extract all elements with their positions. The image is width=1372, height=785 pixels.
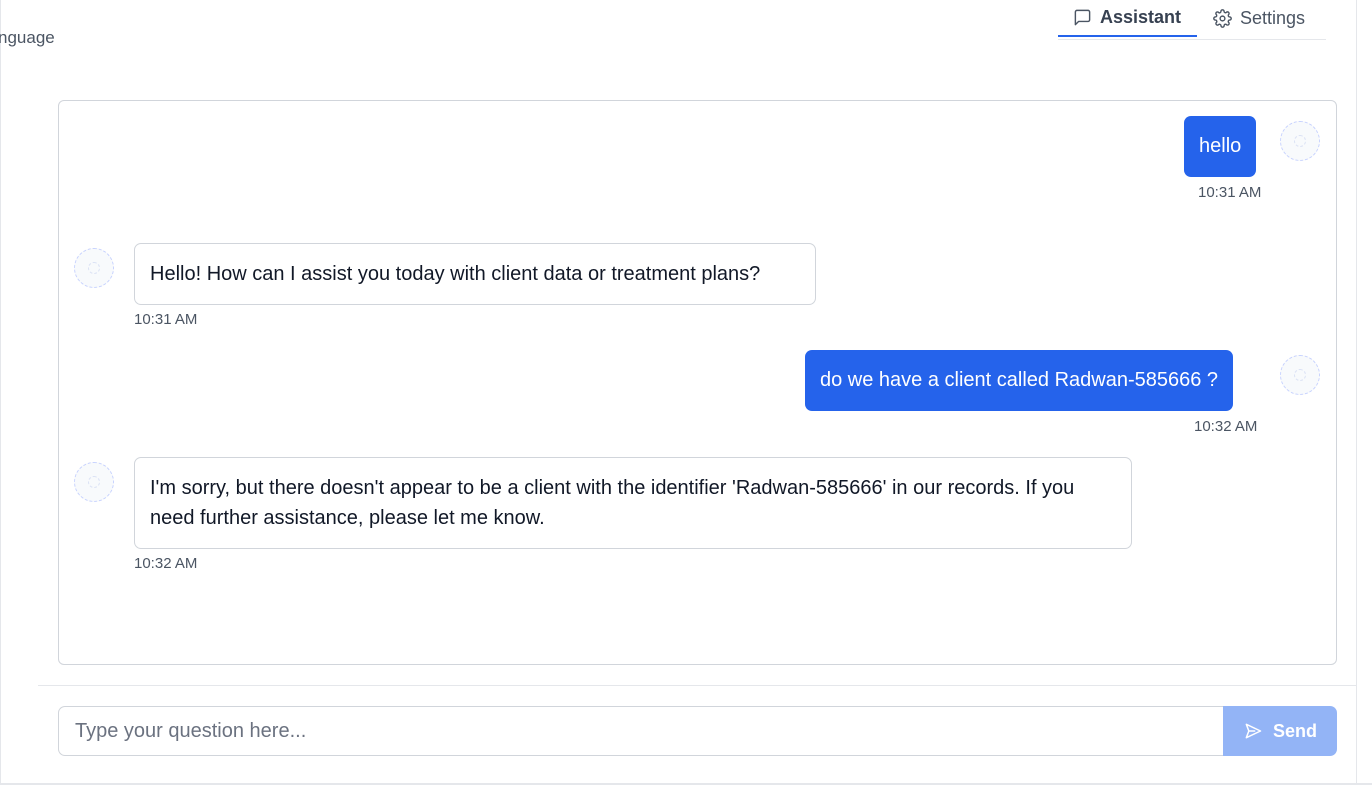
send-icon: [1245, 723, 1262, 739]
chat-panel[interactable]: hello 10:31 AM Hello! How can I assist y…: [58, 100, 1337, 665]
message-timestamp: 10:32 AM: [1194, 418, 1258, 435]
assistant-avatar: [74, 462, 114, 502]
avatar-placeholder-icon: [1294, 135, 1306, 147]
user-message-bubble: do we have a client called Radwan-585666…: [805, 350, 1234, 411]
avatar-placeholder-icon: [88, 262, 100, 274]
tab-bar: Assistant Settings: [1058, 0, 1326, 40]
tab-assistant-label: Assistant: [1100, 7, 1182, 27]
assistant-avatar: [74, 248, 114, 288]
message-text: do we have a client called Radwan-585666…: [820, 369, 1219, 391]
message-timestamp: 10:31 AM: [1198, 184, 1262, 201]
tab-assistant[interactable]: Assistant: [1058, 0, 1197, 37]
user-message-bubble: hello: [1184, 116, 1257, 177]
message-text: I'm sorry, but there doesn't appear to b…: [150, 477, 1075, 529]
gear-icon: [1213, 9, 1232, 28]
right-scroll-edge: [1356, 0, 1357, 785]
user-avatar: [1280, 121, 1320, 161]
question-input[interactable]: [59, 707, 1224, 755]
message-timestamp: 10:31 AM: [134, 311, 198, 328]
send-button-label: Send: [1272, 720, 1317, 741]
tab-settings[interactable]: Settings: [1212, 0, 1326, 37]
user-avatar: [1280, 355, 1320, 395]
avatar-placeholder-icon: [88, 476, 100, 488]
message-square-icon: [1074, 9, 1091, 26]
assistant-message-bubble: Hello! How can I assist you today with c…: [134, 243, 816, 305]
left-border: [0, 0, 1, 785]
message-timestamp: 10:32 AM: [134, 555, 198, 572]
question-input-field[interactable]: [58, 706, 1224, 756]
avatar-placeholder-icon: [1294, 369, 1306, 381]
send-button[interactable]: Send: [1223, 706, 1337, 756]
composer-divider: [38, 685, 1356, 686]
message-text: Hello! How can I assist you today with c…: [150, 263, 761, 285]
tab-settings-label: Settings: [1240, 8, 1306, 28]
language-label: nguage: [0, 28, 55, 47]
message-text: hello: [1199, 135, 1242, 157]
assistant-message-bubble: I'm sorry, but there doesn't appear to b…: [134, 457, 1132, 549]
